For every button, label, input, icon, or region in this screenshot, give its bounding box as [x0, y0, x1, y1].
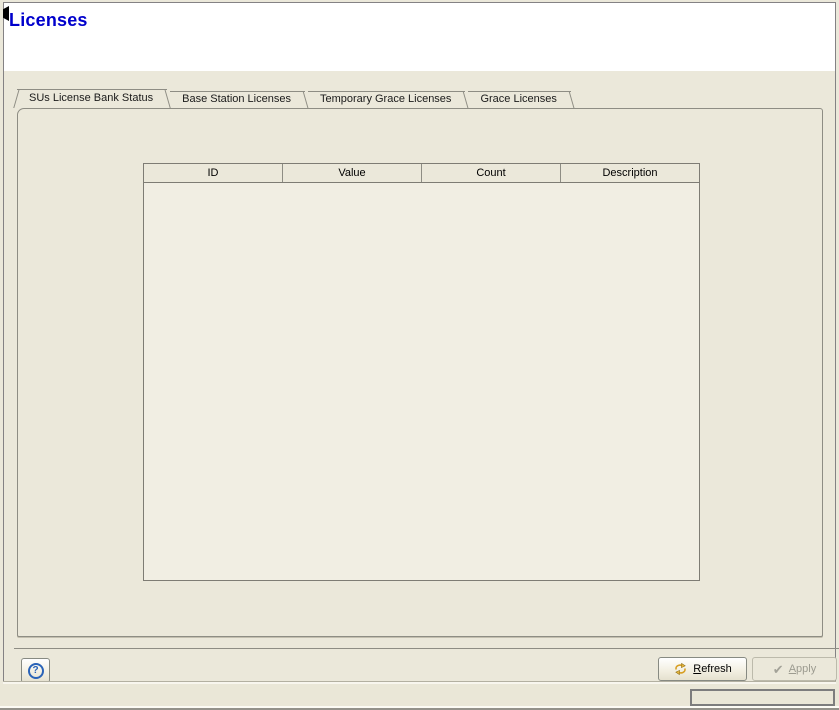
bottom-strip — [0, 684, 839, 710]
tab-label: Temporary Grace Licenses — [320, 93, 451, 105]
tab-label: Base Station Licenses — [182, 93, 291, 105]
tab-panel: ID Value Count Description — [17, 108, 823, 637]
column-header-count[interactable]: Count — [422, 164, 561, 182]
table-header-row: ID Value Count Description — [144, 164, 699, 183]
refresh-icon — [673, 662, 688, 676]
check-icon: ✔ — [773, 663, 784, 676]
licenses-view: Licenses ID Value Count Description SUs … — [3, 2, 836, 681]
view-header: Licenses — [4, 3, 835, 71]
tab-grace-licenses[interactable]: Grace Licenses — [469, 91, 569, 108]
column-header-value[interactable]: Value — [283, 164, 422, 182]
table-body-empty — [144, 183, 699, 580]
column-header-id[interactable]: ID — [144, 164, 283, 182]
tab-sus-license-bank-status[interactable]: SUs License Bank Status — [18, 89, 166, 108]
tab-temporary-grace-licenses[interactable]: Temporary Grace Licenses — [309, 91, 464, 108]
license-table: ID Value Count Description — [143, 163, 700, 581]
tab-label: Grace Licenses — [480, 93, 556, 105]
column-header-description[interactable]: Description — [561, 164, 699, 182]
bottom-status-box — [690, 689, 835, 706]
help-icon: ? — [28, 663, 44, 679]
page-title: Licenses — [9, 10, 88, 31]
refresh-button-label: Refresh — [693, 663, 732, 675]
tab-label: SUs License Bank Status — [29, 92, 153, 104]
apply-button-label: Apply — [789, 663, 817, 675]
tab-bar: SUs License Bank Status Base Station Lic… — [18, 89, 575, 108]
tab-left-edge — [13, 89, 19, 108]
help-button[interactable]: ? — [21, 658, 50, 683]
refresh-button[interactable]: Refresh — [658, 657, 747, 681]
footer-separator — [14, 648, 839, 649]
screen: { "view": { "title": "Licenses" }, "tab_… — [0, 0, 839, 710]
tab-base-station-licenses[interactable]: Base Station Licenses — [171, 91, 304, 108]
apply-button[interactable]: ✔ Apply — [752, 657, 837, 681]
